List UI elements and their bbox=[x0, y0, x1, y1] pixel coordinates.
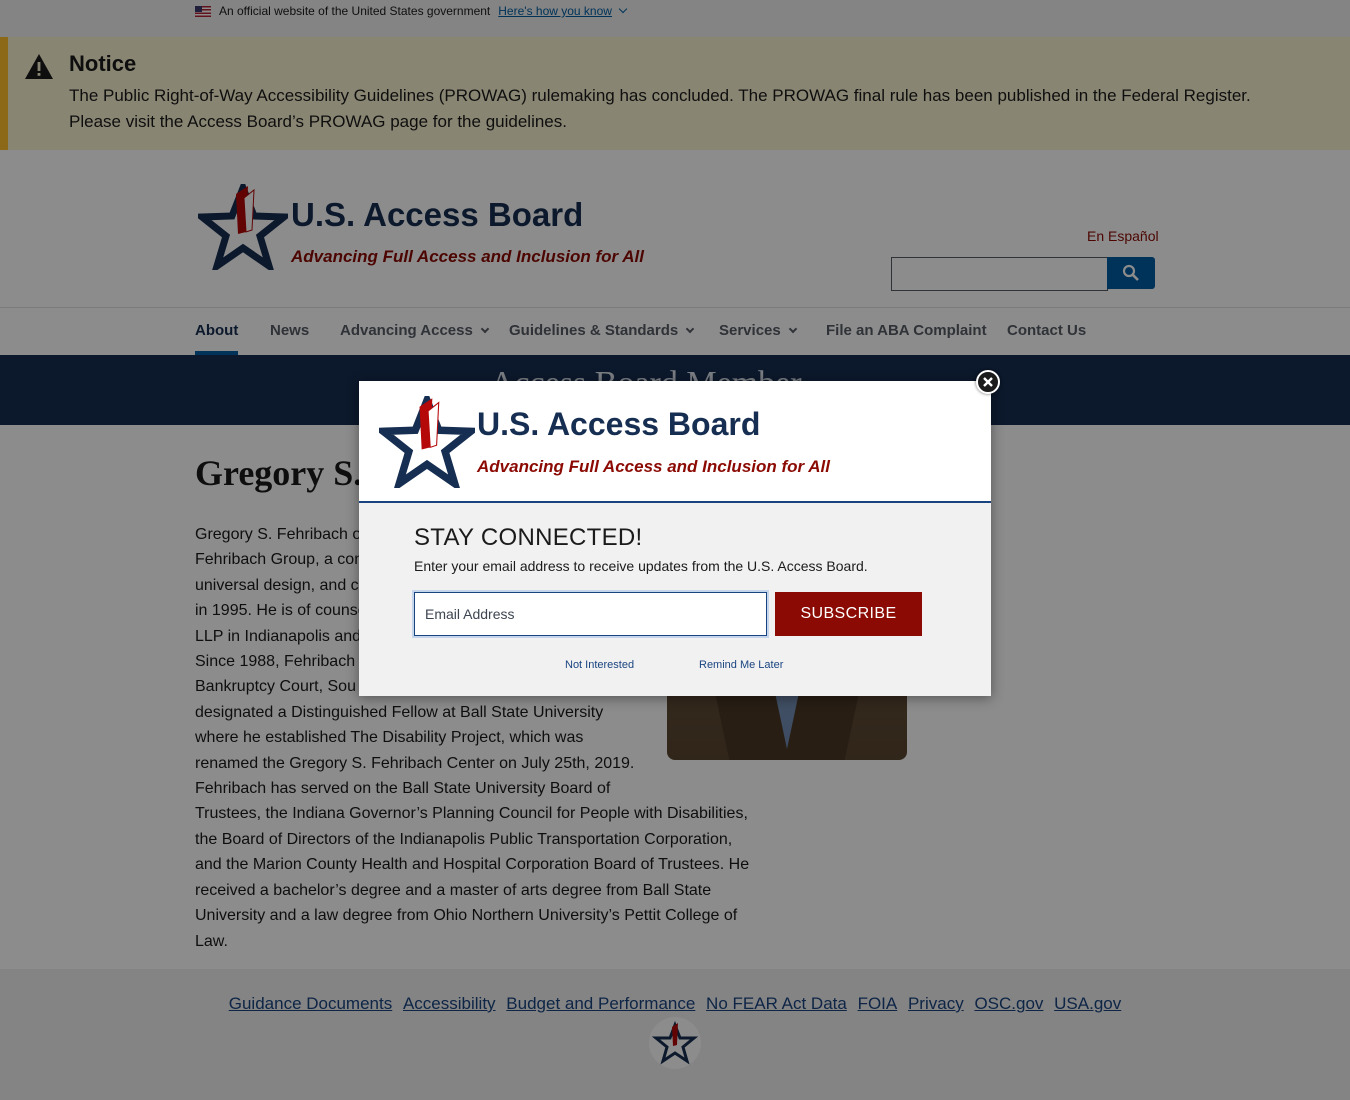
remind-me-later-link[interactable]: Remind Me Later bbox=[699, 659, 783, 671]
email-field[interactable] bbox=[412, 590, 769, 638]
modal-header: U.S. Access Board Advancing Full Access … bbox=[359, 381, 991, 503]
not-interested-link[interactable]: Not Interested bbox=[565, 659, 634, 671]
modal-description: Enter your email address to receive upda… bbox=[414, 558, 868, 574]
close-icon bbox=[983, 377, 993, 387]
subscribe-modal: U.S. Access Board Advancing Full Access … bbox=[359, 370, 1000, 696]
logo-star-icon bbox=[379, 396, 475, 488]
subscribe-button[interactable]: SUBSCRIBE bbox=[775, 592, 922, 636]
modal-heading: STAY CONNECTED! bbox=[414, 524, 643, 551]
modal-title: U.S. Access Board bbox=[477, 406, 761, 442]
close-button[interactable] bbox=[976, 370, 1000, 394]
modal-tagline: Advancing Full Access and Inclusion for … bbox=[477, 457, 830, 476]
